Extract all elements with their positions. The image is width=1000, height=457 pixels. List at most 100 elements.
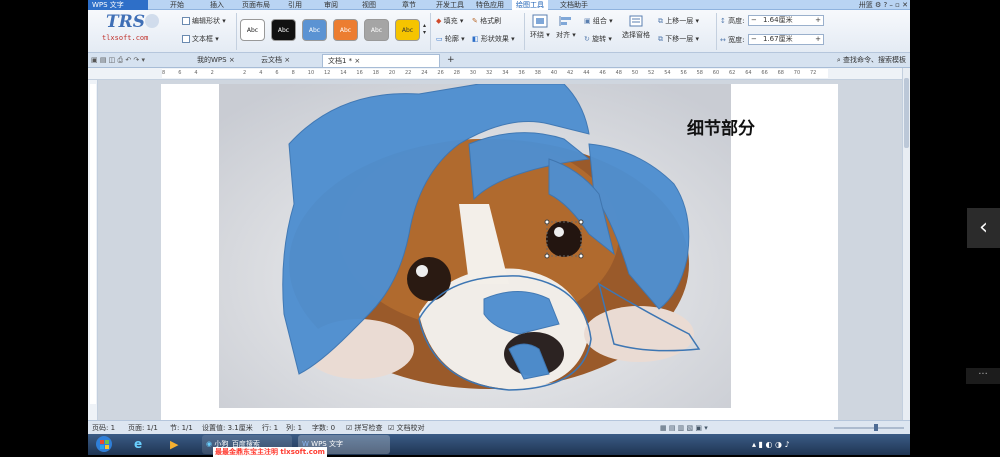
ruler-tick-label: 30: [469, 70, 477, 76]
fill-button[interactable]: ◆ 填充 ▾: [436, 16, 463, 26]
ribbon-toolbar: TRS tlxsoft.com 编辑形状 ▾ 文本框 ▾ Abc Abc Abc Ab…: [88, 10, 910, 53]
left-letterbox: [0, 0, 88, 455]
rotate-icon: ↻: [584, 35, 590, 43]
ie-taskbar-icon[interactable]: e: [130, 435, 154, 454]
close-icon[interactable]: ✕: [902, 1, 908, 9]
next-arrow-icon[interactable]: ‹: [967, 208, 1000, 248]
menu-item[interactable]: 绘图工具: [512, 0, 548, 10]
status-bar: 页码: 1 页面: 1/1 节: 1/1 设置值: 3.1厘米 行: 1 列: …: [88, 420, 910, 434]
status-col: 列: 1: [286, 424, 303, 432]
more-icon[interactable]: ···: [966, 368, 1000, 384]
select-pane-button[interactable]: 选择窗格: [622, 14, 650, 40]
menu-item[interactable]: 开发工具: [432, 0, 468, 10]
quick-access-icons[interactable]: ▣ ▤ ◫ ⎙ ↶ ↷ ▾: [91, 56, 145, 65]
windows-taskbar: e ▶ ◉ 小狗_百度搜索 W WPS 文字 ▴ ▮ ◐ ◑ ♪: [88, 434, 910, 455]
search-command-hint[interactable]: ⌕ 查找命令、搜索模板: [837, 53, 906, 68]
text-box-button[interactable]: 文本框 ▾: [182, 34, 219, 44]
bring-forward-button[interactable]: ⧉ 上移一层 ▾: [658, 16, 699, 26]
logo-url: tlxsoft.com: [102, 34, 149, 42]
text-box-icon: [182, 35, 190, 43]
ruler-tick-label: 36: [518, 70, 525, 76]
puppy-photo[interactable]: [219, 84, 731, 408]
decrement-button[interactable]: −: [751, 35, 757, 44]
width-stepper[interactable]: − 1.67厘米 +: [748, 34, 824, 45]
system-tray[interactable]: ▴ ▮ ◐ ◑ ♪: [748, 435, 828, 454]
decrement-button[interactable]: −: [751, 16, 757, 25]
menu-item[interactable]: 视图: [358, 0, 380, 10]
ruler-tick-label: 32: [486, 70, 493, 76]
menu-item[interactable]: 页面布局: [238, 0, 274, 10]
detail-heading[interactable]: 细节部分: [687, 114, 755, 139]
status-row: 行: 1: [262, 424, 279, 432]
wps-window: WPS 文字 开始 插入 页面布局 引用 审阅 视图 章节 开发工具 特色应用 绘图工具 文档助手 …: [88, 0, 910, 455]
document-tab[interactable]: 文档1 * ×: [322, 54, 440, 67]
gallery-scroll[interactable]: ▴ ▾: [423, 22, 426, 36]
vertical-ruler[interactable]: [88, 80, 98, 420]
increment-button[interactable]: +: [815, 16, 821, 25]
outline-button[interactable]: ▭ 轮廓 ▾: [436, 34, 465, 44]
zoom-slider[interactable]: [834, 424, 904, 431]
settings-icon[interactable]: ⚙: [875, 1, 881, 9]
menu-item[interactable]: 审阅: [320, 0, 342, 10]
vertical-scrollbar[interactable]: [902, 68, 910, 420]
height-stepper[interactable]: − 1.64厘米 +: [748, 15, 824, 26]
shape-style-swatch[interactable]: Abc: [395, 19, 420, 41]
group-button[interactable]: ▣ 组合 ▾: [584, 16, 613, 26]
send-backward-button[interactable]: ⧉ 下移一层 ▾: [658, 34, 699, 44]
restore-icon[interactable]: ▫: [895, 1, 900, 9]
status-setting: 设置值: 3.1厘米: [202, 424, 253, 432]
shape-style-swatch[interactable]: Abc: [271, 19, 296, 41]
browser-icon: ◉: [206, 440, 213, 448]
close-tab-icon[interactable]: ×: [282, 56, 290, 64]
close-tab-icon[interactable]: ×: [352, 57, 360, 65]
menu-item[interactable]: 文档助手: [556, 0, 592, 10]
width-value[interactable]: 1.67厘米: [763, 35, 793, 44]
ruler-tick-label: 6: [178, 70, 182, 76]
horizontal-ruler[interactable]: 8 6 4 2 2 4 6 8 10 12 14 16 18 20 22 24 26 28 30 32 34 36 38 40…: [88, 68, 910, 80]
ruler-scale: [90, 84, 96, 404]
height-icon: ↕: [720, 17, 726, 25]
view-mode-icons[interactable]: ▦ ▤ ▥ ▧ ▣ ▾: [660, 421, 708, 435]
ruler-tick-label: 4: [194, 70, 198, 76]
doc-check-toggle[interactable]: ☑ 文档校对: [388, 421, 425, 435]
document-tab[interactable]: 我的WPS ×: [192, 54, 252, 67]
ruler-tick-label: 72: [810, 70, 817, 76]
help-icon[interactable]: ?: [883, 1, 887, 9]
minimize-icon[interactable]: –: [889, 1, 893, 9]
menu-item[interactable]: 引用: [284, 0, 306, 10]
ruler-tick-label: 4: [259, 70, 263, 76]
shape-style-swatch[interactable]: Abc: [364, 19, 389, 41]
rotate-button[interactable]: ↻ 旋转 ▾: [584, 34, 612, 44]
spell-check-toggle[interactable]: ☑ 拼写检查: [346, 421, 383, 435]
account-name[interactable]: 卅篮: [859, 1, 873, 9]
close-tab-icon[interactable]: ×: [227, 56, 235, 64]
menu-item[interactable]: 插入: [206, 0, 228, 10]
ruler-tick-label: 58: [696, 70, 703, 76]
new-tab-icon[interactable]: +: [447, 55, 455, 65]
format-brush-button[interactable]: ✎ 格式刷: [472, 16, 501, 26]
logo-text: TRS: [106, 12, 146, 32]
wrap-button[interactable]: 环绕 ▾: [530, 14, 550, 40]
menu-item[interactable]: 章节: [398, 0, 420, 10]
height-value[interactable]: 1.64厘米: [763, 16, 793, 25]
shape-style-swatch[interactable]: Abc: [302, 19, 327, 41]
divider: [430, 13, 431, 50]
menu-item[interactable]: 特色应用: [472, 0, 508, 10]
ruler-tick-label: 60: [712, 70, 720, 76]
shape-effect-button[interactable]: ◧ 形状效果 ▾: [472, 34, 515, 44]
app-title[interactable]: WPS 文字: [88, 0, 148, 10]
document-page[interactable]: 细节部分: [161, 84, 838, 420]
align-icon: [559, 16, 571, 26]
menu-item[interactable]: 开始: [166, 0, 188, 10]
start-button[interactable]: [90, 435, 118, 454]
shape-style-swatch[interactable]: Abc: [240, 19, 265, 41]
scroll-thumb[interactable]: [904, 78, 909, 148]
increment-button[interactable]: +: [815, 35, 821, 44]
align-button[interactable]: 对齐 ▾: [556, 14, 576, 40]
ruler-tick-label: 68: [777, 70, 784, 76]
shape-style-swatch[interactable]: Abc: [333, 19, 358, 41]
status-word-count[interactable]: 字数: 0: [312, 421, 335, 435]
edit-shape-button[interactable]: 编辑形状 ▾: [182, 16, 226, 26]
media-player-taskbar-icon[interactable]: ▶: [166, 435, 190, 454]
document-tab[interactable]: 云文档 ×: [256, 54, 318, 67]
